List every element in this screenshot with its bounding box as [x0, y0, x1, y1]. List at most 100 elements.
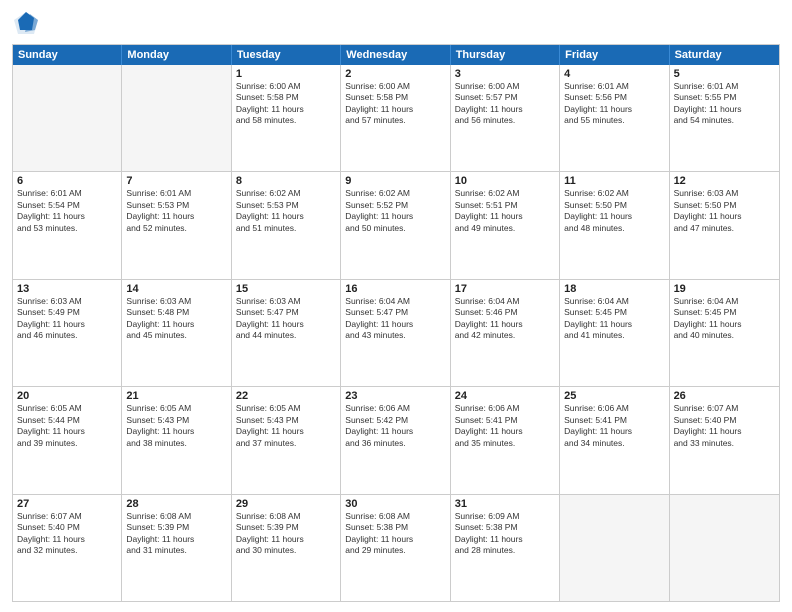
cell-line-0: Sunrise: 6:04 AM — [674, 296, 775, 307]
cell-line-3: and 39 minutes. — [17, 438, 117, 449]
cell-line-0: Sunrise: 6:02 AM — [345, 188, 445, 199]
cell-line-2: Daylight: 11 hours — [17, 534, 117, 545]
cell-line-0: Sunrise: 6:01 AM — [564, 81, 664, 92]
cell-line-1: Sunset: 5:54 PM — [17, 200, 117, 211]
day-number: 11 — [564, 175, 664, 187]
cell-line-3: and 28 minutes. — [455, 545, 555, 556]
cell-line-3: and 47 minutes. — [674, 223, 775, 234]
cell-line-2: Daylight: 11 hours — [126, 426, 226, 437]
cell-line-2: Daylight: 11 hours — [674, 426, 775, 437]
cell-line-0: Sunrise: 6:01 AM — [126, 188, 226, 199]
cell-line-1: Sunset: 5:48 PM — [126, 307, 226, 318]
cell-line-2: Daylight: 11 hours — [236, 211, 336, 222]
cell-line-3: and 56 minutes. — [455, 115, 555, 126]
cell-line-1: Sunset: 5:58 PM — [345, 92, 445, 103]
cell-line-0: Sunrise: 6:02 AM — [236, 188, 336, 199]
cell-line-0: Sunrise: 6:03 AM — [126, 296, 226, 307]
header-day-tuesday: Tuesday — [232, 45, 341, 65]
cell-line-3: and 37 minutes. — [236, 438, 336, 449]
cell-line-1: Sunset: 5:47 PM — [345, 307, 445, 318]
day-cell-15: 15Sunrise: 6:03 AMSunset: 5:47 PMDayligh… — [232, 280, 341, 386]
week-row-4: 27Sunrise: 6:07 AMSunset: 5:40 PMDayligh… — [13, 494, 779, 601]
day-number: 20 — [17, 390, 117, 402]
day-number: 12 — [674, 175, 775, 187]
day-number: 21 — [126, 390, 226, 402]
cell-line-3: and 30 minutes. — [236, 545, 336, 556]
cell-line-0: Sunrise: 6:05 AM — [236, 403, 336, 414]
cell-line-1: Sunset: 5:53 PM — [126, 200, 226, 211]
header-day-sunday: Sunday — [13, 45, 122, 65]
header-day-friday: Friday — [560, 45, 669, 65]
cell-line-3: and 32 minutes. — [17, 545, 117, 556]
cell-line-3: and 40 minutes. — [674, 330, 775, 341]
cell-line-0: Sunrise: 6:06 AM — [455, 403, 555, 414]
cell-line-0: Sunrise: 6:07 AM — [674, 403, 775, 414]
cell-line-1: Sunset: 5:43 PM — [236, 415, 336, 426]
cell-line-0: Sunrise: 6:04 AM — [564, 296, 664, 307]
day-cell-5: 5Sunrise: 6:01 AMSunset: 5:55 PMDaylight… — [670, 65, 779, 171]
cell-line-2: Daylight: 11 hours — [455, 426, 555, 437]
day-number: 29 — [236, 498, 336, 510]
cell-line-3: and 33 minutes. — [674, 438, 775, 449]
cell-line-2: Daylight: 11 hours — [674, 319, 775, 330]
day-cell-2: 2Sunrise: 6:00 AMSunset: 5:58 PMDaylight… — [341, 65, 450, 171]
empty-cell — [122, 65, 231, 171]
cell-line-0: Sunrise: 6:01 AM — [17, 188, 117, 199]
cell-line-3: and 49 minutes. — [455, 223, 555, 234]
day-number: 7 — [126, 175, 226, 187]
cell-line-3: and 35 minutes. — [455, 438, 555, 449]
day-cell-6: 6Sunrise: 6:01 AMSunset: 5:54 PMDaylight… — [13, 172, 122, 278]
day-cell-14: 14Sunrise: 6:03 AMSunset: 5:48 PMDayligh… — [122, 280, 231, 386]
day-cell-16: 16Sunrise: 6:04 AMSunset: 5:47 PMDayligh… — [341, 280, 450, 386]
day-number: 3 — [455, 68, 555, 80]
cell-line-3: and 58 minutes. — [236, 115, 336, 126]
cell-line-2: Daylight: 11 hours — [455, 211, 555, 222]
day-cell-13: 13Sunrise: 6:03 AMSunset: 5:49 PMDayligh… — [13, 280, 122, 386]
cell-line-3: and 38 minutes. — [126, 438, 226, 449]
calendar-body: 1Sunrise: 6:00 AMSunset: 5:58 PMDaylight… — [13, 65, 779, 601]
cell-line-2: Daylight: 11 hours — [455, 104, 555, 115]
cell-line-1: Sunset: 5:52 PM — [345, 200, 445, 211]
day-number: 4 — [564, 68, 664, 80]
cell-line-1: Sunset: 5:38 PM — [345, 522, 445, 533]
cell-line-2: Daylight: 11 hours — [455, 319, 555, 330]
day-cell-24: 24Sunrise: 6:06 AMSunset: 5:41 PMDayligh… — [451, 387, 560, 493]
day-cell-7: 7Sunrise: 6:01 AMSunset: 5:53 PMDaylight… — [122, 172, 231, 278]
header-day-thursday: Thursday — [451, 45, 560, 65]
day-number: 8 — [236, 175, 336, 187]
day-number: 19 — [674, 283, 775, 295]
day-number: 24 — [455, 390, 555, 402]
cell-line-1: Sunset: 5:41 PM — [564, 415, 664, 426]
week-row-1: 6Sunrise: 6:01 AMSunset: 5:54 PMDaylight… — [13, 171, 779, 278]
cell-line-2: Daylight: 11 hours — [126, 534, 226, 545]
cell-line-1: Sunset: 5:41 PM — [455, 415, 555, 426]
day-number: 6 — [17, 175, 117, 187]
day-cell-8: 8Sunrise: 6:02 AMSunset: 5:53 PMDaylight… — [232, 172, 341, 278]
day-number: 9 — [345, 175, 445, 187]
cell-line-3: and 41 minutes. — [564, 330, 664, 341]
week-row-2: 13Sunrise: 6:03 AMSunset: 5:49 PMDayligh… — [13, 279, 779, 386]
cell-line-3: and 53 minutes. — [17, 223, 117, 234]
cell-line-1: Sunset: 5:50 PM — [674, 200, 775, 211]
day-cell-23: 23Sunrise: 6:06 AMSunset: 5:42 PMDayligh… — [341, 387, 450, 493]
cell-line-0: Sunrise: 6:02 AM — [564, 188, 664, 199]
empty-cell — [670, 495, 779, 601]
day-cell-12: 12Sunrise: 6:03 AMSunset: 5:50 PMDayligh… — [670, 172, 779, 278]
cell-line-3: and 57 minutes. — [345, 115, 445, 126]
day-number: 27 — [17, 498, 117, 510]
cell-line-2: Daylight: 11 hours — [345, 319, 445, 330]
cell-line-2: Daylight: 11 hours — [674, 211, 775, 222]
cell-line-3: and 36 minutes. — [345, 438, 445, 449]
cell-line-1: Sunset: 5:49 PM — [17, 307, 117, 318]
cell-line-2: Daylight: 11 hours — [17, 426, 117, 437]
cell-line-0: Sunrise: 6:06 AM — [564, 403, 664, 414]
cell-line-2: Daylight: 11 hours — [674, 104, 775, 115]
day-cell-17: 17Sunrise: 6:04 AMSunset: 5:46 PMDayligh… — [451, 280, 560, 386]
cell-line-1: Sunset: 5:45 PM — [674, 307, 775, 318]
cell-line-2: Daylight: 11 hours — [345, 426, 445, 437]
cell-line-0: Sunrise: 6:07 AM — [17, 511, 117, 522]
day-cell-20: 20Sunrise: 6:05 AMSunset: 5:44 PMDayligh… — [13, 387, 122, 493]
header-day-monday: Monday — [122, 45, 231, 65]
cell-line-0: Sunrise: 6:09 AM — [455, 511, 555, 522]
day-cell-27: 27Sunrise: 6:07 AMSunset: 5:40 PMDayligh… — [13, 495, 122, 601]
